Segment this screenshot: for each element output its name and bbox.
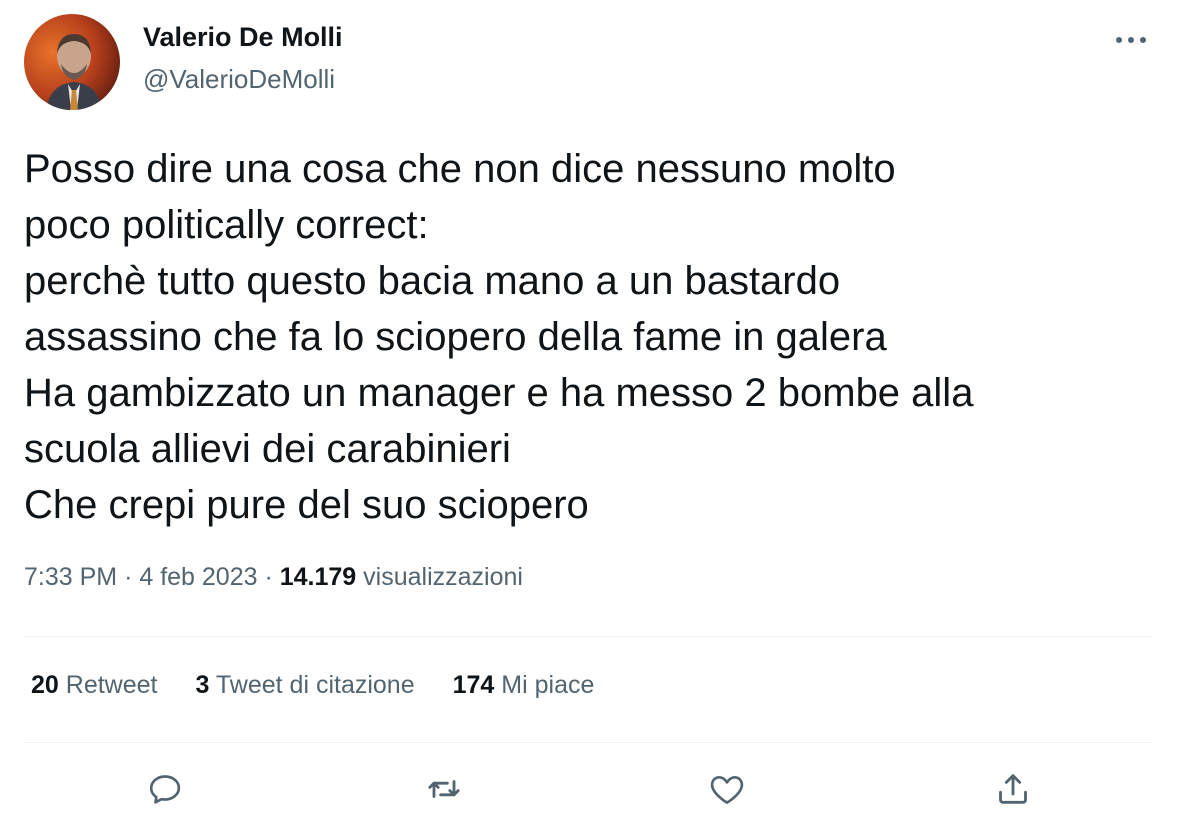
retweet-icon — [428, 780, 460, 798]
like-icon — [710, 776, 744, 804]
divider — [24, 742, 1152, 743]
likes-label: Mi piace — [501, 671, 595, 699]
share-button[interactable] — [990, 766, 1036, 812]
retweets-count: 20 — [31, 671, 59, 699]
share-icon — [999, 774, 1027, 804]
tweet-text-line: Ha gambizzato un manager e ha messo 2 bo… — [24, 371, 974, 415]
display-name[interactable]: Valerio De Molli — [143, 22, 343, 53]
avatar-image — [24, 14, 120, 110]
likes-stat[interactable]: 174 Mi piace — [453, 671, 595, 700]
divider — [24, 636, 1152, 637]
like-button[interactable] — [704, 766, 750, 812]
tweet-meta: 7:33 PM · 4 feb 2023 · 14.179 visualizza… — [24, 563, 523, 592]
meta-separator: · — [264, 563, 273, 591]
more-icon — [1116, 37, 1146, 43]
engagement-stats: 20 Retweet 3 Tweet di citazione 174 Mi p… — [31, 671, 632, 700]
more-button[interactable] — [1108, 24, 1154, 56]
tweet-time[interactable]: 7:33 PM — [24, 563, 117, 591]
tweet-text: Posso dire una cosa che non dice nessuno… — [24, 141, 1164, 533]
likes-count: 174 — [452, 671, 495, 699]
tweet-text-line: perchè tutto questo bacia mano a un bast… — [24, 259, 841, 303]
views-count: 14.179 — [279, 563, 357, 591]
user-handle[interactable]: @ValerioDeMolli — [143, 64, 335, 95]
quotes-stat[interactable]: 3 Tweet di citazione — [195, 671, 414, 700]
reply-button[interactable] — [142, 766, 188, 812]
tweet-date[interactable]: 4 feb 2023 — [139, 563, 257, 591]
reply-icon — [149, 775, 181, 804]
meta-separator: · — [124, 563, 133, 591]
retweet-button[interactable] — [421, 766, 467, 812]
retweets-label: Retweet — [65, 671, 158, 699]
tweet-text-line: poco politically correct: — [24, 203, 429, 247]
quotes-count: 3 — [195, 671, 210, 699]
tweet-text-line: assassino che fa lo sciopero della fame … — [24, 315, 887, 359]
tweet-card: Valerio De Molli @ValerioDeMolli Posso d… — [0, 0, 1200, 836]
views-label: visualizzazioni — [363, 563, 523, 591]
tweet-text-line: Posso dire una cosa che non dice nessuno… — [24, 147, 896, 191]
tweet-text-line: scuola allievi dei carabinieri — [24, 427, 511, 471]
retweets-stat[interactable]: 20 Retweet — [31, 671, 157, 700]
avatar[interactable] — [24, 14, 120, 110]
tweet-text-line: Che crepi pure del suo sciopero — [24, 483, 589, 527]
quotes-label: Tweet di citazione — [215, 671, 415, 699]
